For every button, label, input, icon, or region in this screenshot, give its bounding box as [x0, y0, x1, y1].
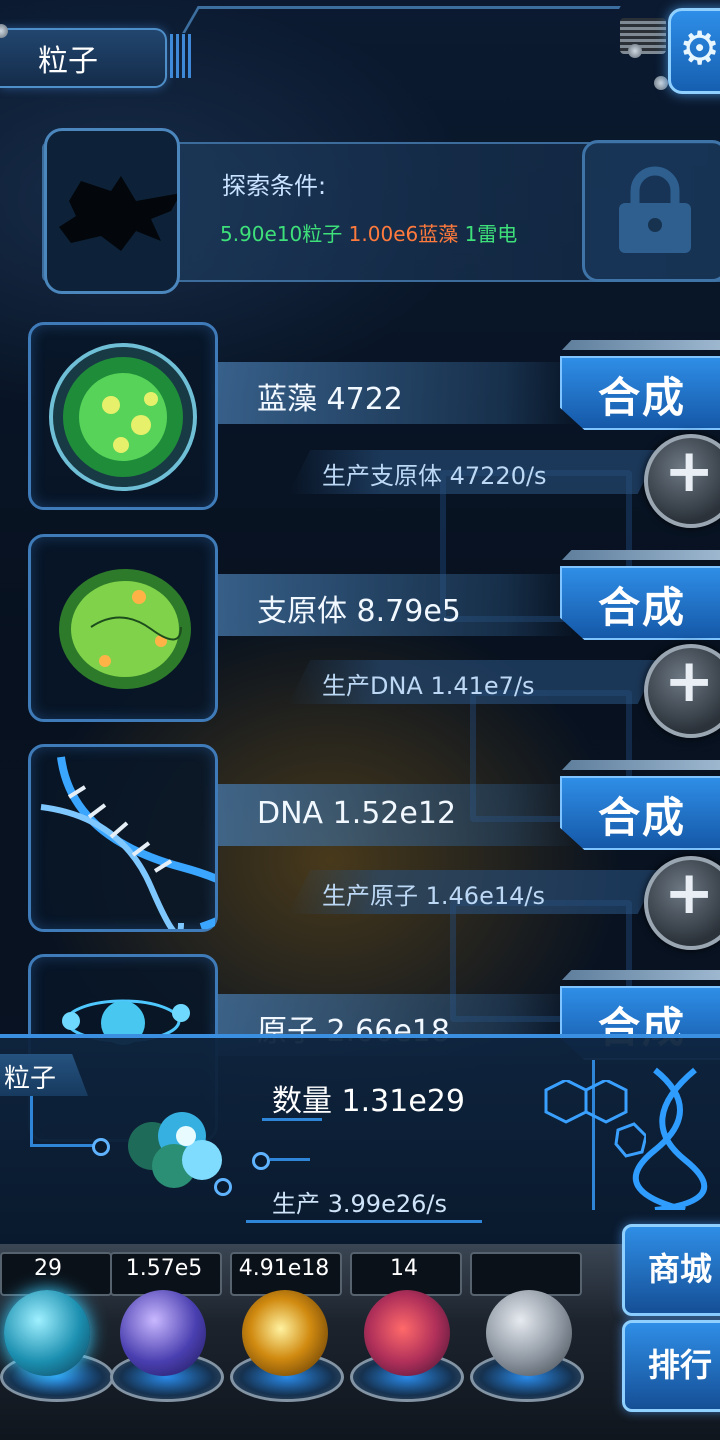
- button-cap-decoration: [562, 760, 720, 770]
- mycoplasma-icon: [59, 569, 191, 689]
- explore-requirements: 5.90e10粒子 1.00e6蓝藻 1雷电: [220, 218, 517, 247]
- page-title: 粒子: [38, 44, 98, 79]
- particle-cluster-icon: [128, 1112, 222, 1188]
- ranking-label: 排行: [648, 1346, 713, 1384]
- resource-name: 蓝藻 4722: [257, 382, 403, 417]
- plus-icon: +: [664, 858, 715, 928]
- button-cap-decoration: [562, 970, 720, 980]
- locked-orb-icon[interactable]: [486, 1290, 572, 1376]
- circuit-line: [30, 1144, 94, 1147]
- synthesize-label: 合成: [598, 583, 687, 632]
- count-lightning: 1.57e5: [125, 1256, 203, 1281]
- vent-decoration: [620, 18, 666, 54]
- particle-orb-icon[interactable]: [4, 1290, 90, 1376]
- synthesize-label: 合成: [598, 793, 687, 842]
- resource-production: 生产支原体 47220/s: [322, 462, 547, 490]
- resource-name: 支原体 8.79e5: [257, 594, 461, 629]
- explore-lock-button[interactable]: [582, 140, 720, 282]
- galaxy-orb-icon[interactable]: [242, 1290, 328, 1376]
- count-galaxy: 4.91e18: [238, 1256, 330, 1281]
- requirement-thunder: 1雷电: [464, 222, 518, 246]
- button-cap-decoration: [562, 550, 720, 560]
- title-decoration: [170, 34, 192, 78]
- synthesize-label: 合成: [598, 373, 687, 422]
- settings-button[interactable]: ⚙: [668, 8, 720, 94]
- requirement-cyanobacteria: 1.00e6蓝藻: [348, 222, 459, 246]
- circuit-node: [92, 1138, 110, 1156]
- panel-tab-label: 粒子: [4, 1064, 57, 1094]
- resource-production: 生产原子 1.46e14/s: [322, 882, 545, 910]
- circuit-line: [246, 1220, 482, 1223]
- mycoplasma-frame: [28, 534, 218, 722]
- bolt-icon: [628, 44, 642, 58]
- circuit-line: [270, 1158, 310, 1161]
- cyanobacteria-frame: [28, 322, 218, 510]
- total-quantity: 数量 1.31e29: [272, 1084, 465, 1119]
- lock-icon: [619, 166, 691, 253]
- bolt-icon: [654, 76, 668, 90]
- dna-icon: [40, 756, 246, 938]
- circuit-line: [30, 1096, 33, 1144]
- brain-orb-icon[interactable]: [364, 1290, 450, 1376]
- requirement-particles: 5.90e10粒子: [220, 222, 343, 246]
- gear-icon: ⚙: [679, 21, 720, 75]
- top-frame-decoration: [182, 6, 621, 33]
- count-particles: 29: [34, 1256, 62, 1281]
- cyanobacteria-icon: [49, 343, 197, 491]
- shop-label: 商城: [648, 1250, 713, 1288]
- molecule-icon: [544, 1080, 646, 1158]
- dna-frame: [28, 744, 246, 938]
- plus-icon: +: [664, 436, 715, 506]
- plus-icon: +: [664, 646, 715, 716]
- silhouette-icon: [59, 176, 181, 251]
- explore-conditions-label: 探索条件:: [222, 172, 327, 200]
- count-brain: 14: [390, 1256, 418, 1281]
- resource-production: 生产DNA 1.41e7/s: [322, 672, 535, 700]
- explore-creature-frame: [44, 128, 181, 294]
- circuit-node: [252, 1152, 270, 1170]
- resource-name: DNA 1.52e12: [257, 796, 457, 831]
- button-cap-decoration: [562, 340, 720, 350]
- lightning-orb-icon[interactable]: [120, 1290, 206, 1376]
- total-production: 生产 3.99e26/s: [272, 1190, 447, 1218]
